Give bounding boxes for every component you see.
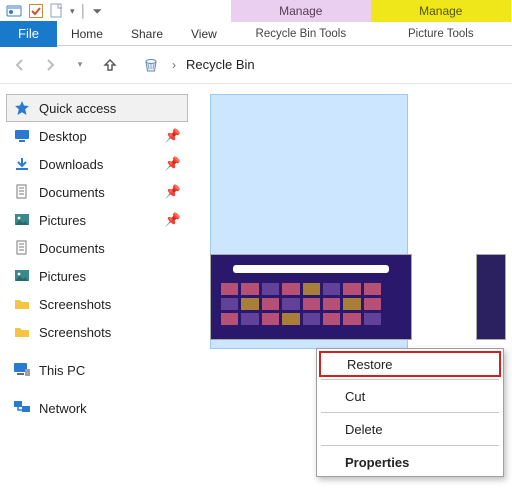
download-icon	[13, 155, 31, 173]
ribbon-tab-view[interactable]: View	[177, 21, 231, 47]
sidebar-item-label: This PC	[39, 363, 181, 378]
qat-dropdown-icon[interactable]: ▾	[70, 6, 75, 17]
contextual-tab-picture-header: Manage	[371, 0, 511, 22]
sidebar-item-desktop[interactable]: Desktop 📌	[6, 122, 188, 150]
sidebar-item-documents-2[interactable]: Documents	[6, 234, 188, 262]
address-location[interactable]: Recycle Bin	[186, 57, 255, 72]
sidebar-item-label: Network	[39, 401, 181, 416]
sidebar-quick-access[interactable]: Quick access	[6, 94, 188, 122]
window-header: ▾ │ ⏷ Manage Manage File Home Share View…	[0, 0, 512, 46]
ribbon-tabs: File Home Share View	[0, 22, 231, 46]
sidebar-item-screenshots-2[interactable]: Screenshots	[6, 318, 188, 346]
qat-checkbox-icon[interactable]	[28, 3, 44, 19]
star-icon	[13, 99, 31, 117]
nav-recent-dropdown[interactable]: ▾	[68, 53, 92, 77]
context-menu-separator	[321, 412, 499, 413]
picture-icon	[13, 211, 31, 229]
nav-back-button[interactable]	[8, 53, 32, 77]
sidebar-item-screenshots[interactable]: Screenshots	[6, 290, 188, 318]
sidebar-item-downloads[interactable]: Downloads 📌	[6, 150, 188, 178]
file-list-area[interactable]: Restore Cut Delete Properties	[192, 84, 512, 494]
qat-app-icon[interactable]	[6, 3, 22, 19]
pin-icon: 📌	[165, 184, 181, 200]
sidebar-item-label: Desktop	[39, 129, 157, 144]
network-icon	[13, 399, 31, 417]
sidebar-item-label: Screenshots	[39, 325, 181, 340]
contextual-tab-recycle-header: Manage	[231, 0, 371, 22]
pin-icon: 📌	[165, 212, 181, 228]
this-pc-icon	[13, 361, 31, 379]
context-menu-restore[interactable]: Restore	[319, 351, 501, 377]
contextual-tab-recycle[interactable]: Recycle Bin Tools	[231, 22, 371, 46]
chevron-right-icon[interactable]: ›	[168, 58, 180, 72]
sidebar-item-label: Documents	[39, 185, 157, 200]
ribbon-file-tab[interactable]: File	[0, 21, 57, 47]
sidebar-item-documents[interactable]: Documents 📌	[6, 178, 188, 206]
context-menu-separator	[321, 379, 499, 380]
ribbon-tab-share[interactable]: Share	[117, 21, 177, 47]
document-icon	[13, 239, 31, 257]
sidebar-item-label: Quick access	[39, 101, 181, 116]
quick-access-toolbar: ▾ │ ⏷	[0, 0, 231, 22]
nav-forward-button[interactable]	[38, 53, 62, 77]
qat-overflow-icon[interactable]: ⏷	[93, 4, 103, 19]
nav-up-button[interactable]	[98, 53, 122, 77]
document-icon	[13, 183, 31, 201]
sidebar-item-label: Screenshots	[39, 297, 181, 312]
sidebar-item-pictures-2[interactable]: Pictures	[6, 262, 188, 290]
file-thumbnail-2[interactable]	[476, 254, 506, 340]
sidebar-this-pc[interactable]: This PC	[6, 356, 188, 384]
folder-icon	[13, 295, 31, 313]
context-menu-delete[interactable]: Delete	[317, 415, 503, 443]
sidebar-item-label: Pictures	[39, 269, 181, 284]
context-menu-cut[interactable]: Cut	[317, 382, 503, 410]
picture-icon	[13, 267, 31, 285]
sidebar-network[interactable]: Network	[6, 394, 188, 422]
file-thumbnail[interactable]	[210, 254, 412, 340]
qat-new-item-icon[interactable]	[50, 3, 64, 19]
pin-icon: 📌	[165, 128, 181, 144]
monitor-icon	[13, 127, 31, 145]
context-menu-separator	[321, 445, 499, 446]
navigation-pane: Quick access Desktop 📌 Downloads 📌 Docum…	[0, 84, 192, 494]
context-menu-properties[interactable]: Properties	[317, 448, 503, 476]
context-menu: Restore Cut Delete Properties	[316, 348, 504, 477]
address-bar: ▾ › Recycle Bin	[0, 46, 512, 84]
sidebar-item-label: Downloads	[39, 157, 157, 172]
ribbon-tab-home[interactable]: Home	[57, 21, 117, 47]
sidebar-item-label: Pictures	[39, 213, 157, 228]
pin-icon: 📌	[165, 156, 181, 172]
sidebar-item-pictures[interactable]: Pictures 📌	[6, 206, 188, 234]
folder-icon	[13, 323, 31, 341]
qat-separator: │	[81, 2, 87, 20]
sidebar-item-label: Documents	[39, 241, 181, 256]
contextual-tab-picture[interactable]: Picture Tools	[371, 22, 511, 46]
recycle-bin-icon[interactable]	[140, 54, 162, 76]
